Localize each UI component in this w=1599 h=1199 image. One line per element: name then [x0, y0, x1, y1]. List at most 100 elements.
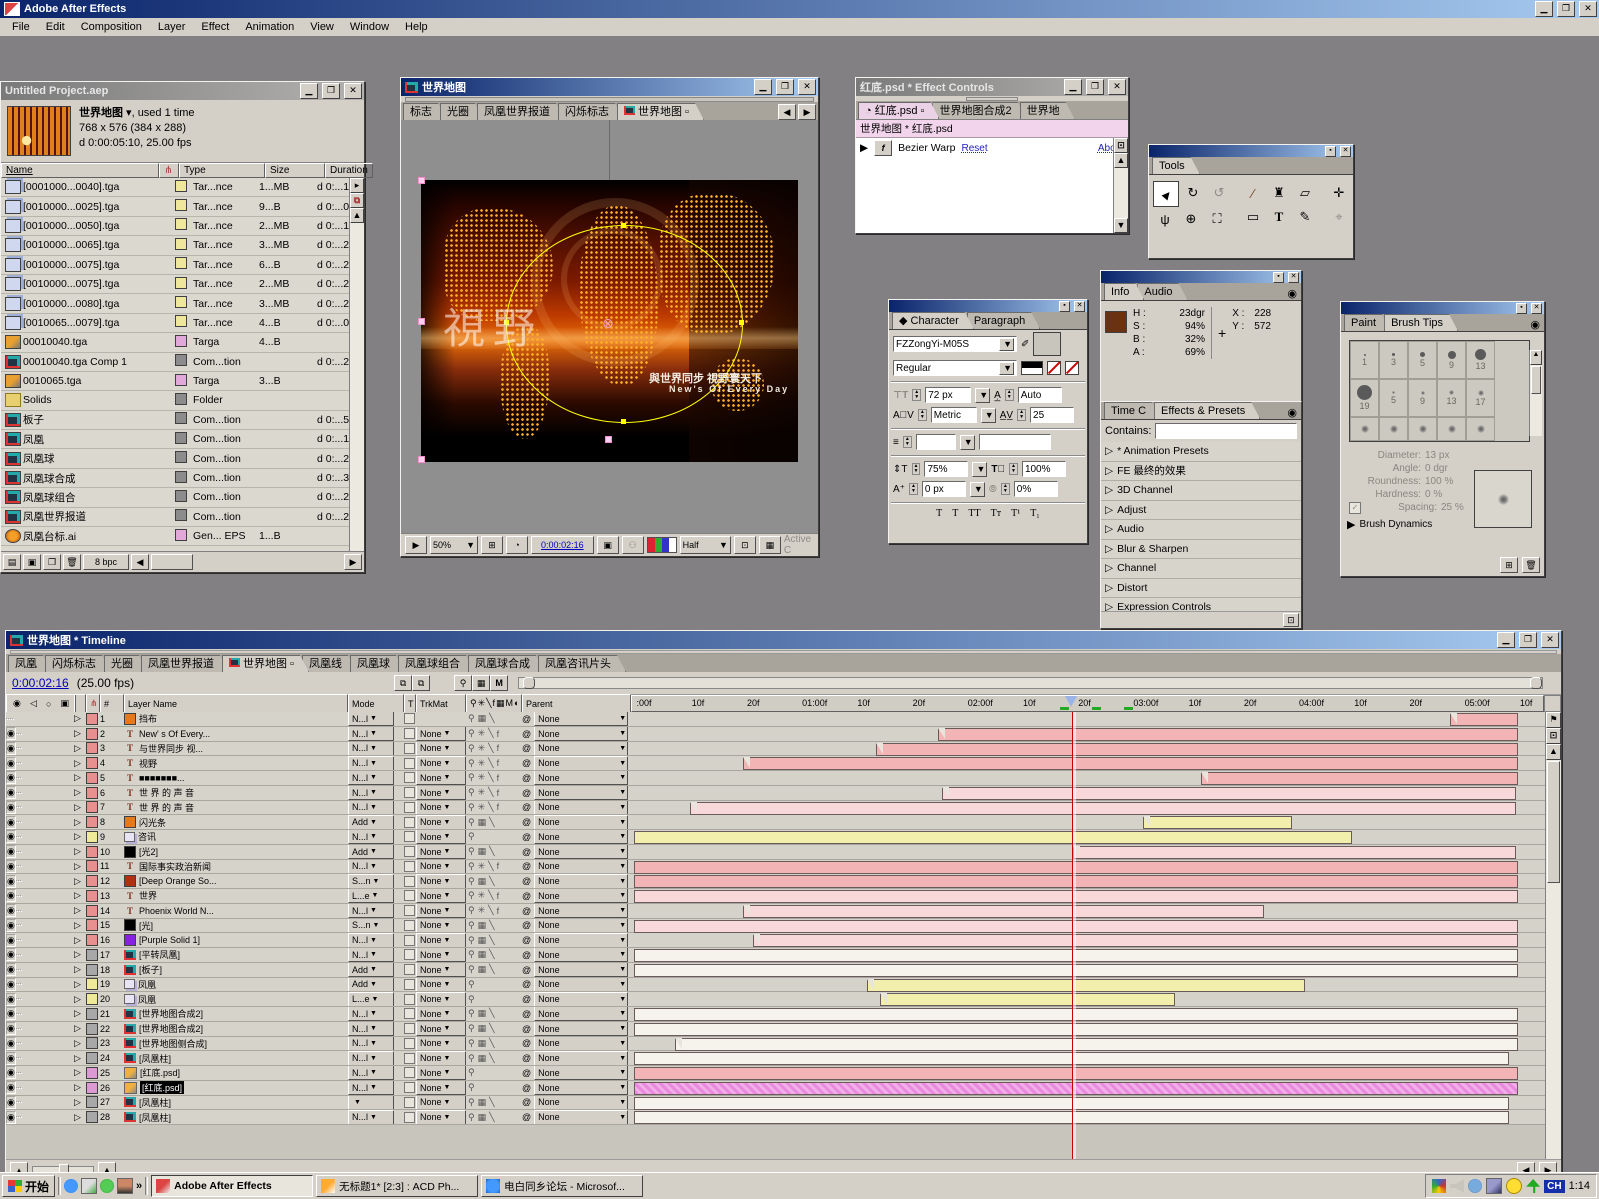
parent-pickwhip-icon[interactable]: @	[522, 1038, 531, 1048]
brush-tip[interactable]: 19	[1350, 379, 1379, 417]
transparency-grid-icon[interactable]: ▦	[759, 536, 781, 554]
layer-trkmat-select[interactable]: None▼	[416, 904, 466, 918]
column-duration[interactable]: Duration	[325, 163, 373, 178]
fx-tab-红底.psd[interactable]: ◔ 红底.psd ▫	[858, 102, 939, 119]
timeline-layer-row[interactable]: ▷1挡布N...l▼⚲▦╲@None▼	[6, 712, 1561, 727]
layer-label-chip[interactable]	[86, 742, 98, 754]
brush-tool-icon[interactable]: ⁄	[1241, 181, 1265, 205]
layer-trkmat-select[interactable]: None▼	[416, 1022, 466, 1036]
switch-icon[interactable]: ✳	[478, 802, 486, 813]
start-button[interactable]: 开始	[2, 1175, 55, 1197]
layer-eye-icon[interactable]: ◉	[6, 830, 16, 843]
layer-mode-select[interactable]: Add▼	[348, 845, 394, 859]
layer-mode-select[interactable]: N...l▼	[348, 1051, 394, 1065]
switch-icon[interactable]: ╲	[489, 964, 494, 975]
layer-label-chip[interactable]	[86, 1052, 98, 1064]
layer-label-chip[interactable]	[86, 757, 98, 769]
layer-mode-select[interactable]: N...l▼	[348, 948, 394, 962]
vertical-scale-field[interactable]: 75%	[924, 461, 968, 477]
font-size-field[interactable]: 72 px	[925, 387, 971, 403]
switch-icon[interactable]: ⚲	[468, 861, 475, 872]
layer-parent-select[interactable]: None▼	[534, 727, 628, 741]
switch-icon[interactable]: ╲	[488, 772, 493, 783]
tab-effects-presets[interactable]: Effects & Presets	[1154, 402, 1260, 419]
layer-trkmat-select[interactable]: None▼	[416, 1066, 466, 1080]
timeline-tab-凤凰球[interactable]: 凤凰球	[350, 655, 405, 672]
brush-tip[interactable]: 9	[1437, 341, 1466, 379]
layer-parent-select[interactable]: None▼	[534, 860, 628, 874]
layer-parent-select[interactable]: None▼	[534, 830, 628, 844]
switch-icon[interactable]: f	[497, 802, 500, 812]
layer-t-checkbox[interactable]	[404, 831, 415, 842]
layer-track[interactable]	[631, 712, 1546, 727]
switch-icon[interactable]: ⚲	[468, 1112, 475, 1123]
project-item-row[interactable]: 凤凰球组合Com...tiond 0:...2:1	[1, 488, 364, 507]
layer-expand-arrow-icon[interactable]: ▷	[74, 743, 81, 754]
menu-edit[interactable]: Edit	[38, 19, 73, 35]
ep-category-row[interactable]: ▷Audio	[1101, 520, 1301, 540]
layer-parent-select[interactable]: None▼	[534, 992, 628, 1006]
fx-close-button[interactable]: ✕	[1108, 79, 1126, 95]
project-maximize-button[interactable]: ❐	[322, 83, 340, 99]
font-family-select[interactable]: FZZongYi-M05S▼	[893, 336, 1017, 352]
active-camera-label[interactable]: Active C	[784, 534, 814, 556]
layer-expand-arrow-icon[interactable]: ▷	[74, 920, 81, 931]
parent-pickwhip-icon[interactable]: @	[522, 802, 531, 812]
layer-t-checkbox[interactable]	[404, 861, 415, 872]
rotation-tool-icon[interactable]: ↻	[1181, 181, 1205, 205]
fx-vertical-scrollbar[interactable]: ⊡ ▲ ▼	[1113, 138, 1128, 233]
layer-parent-select[interactable]: None▼	[534, 948, 628, 962]
fx-tab-世界地图合成2[interactable]: 世界地图合成2	[932, 102, 1026, 119]
layer-label-chip[interactable]	[86, 905, 98, 917]
mask-visibility-icon[interactable]: ◔	[506, 536, 528, 554]
layer-track[interactable]	[631, 874, 1546, 889]
kerning-field[interactable]: Metric	[931, 407, 977, 423]
layer-mode-select[interactable]: N...l▼	[348, 904, 394, 918]
switch-icon[interactable]: ▦	[478, 1008, 487, 1019]
switch-icon[interactable]: ⚲	[468, 758, 475, 769]
layer-label-chip[interactable]	[86, 801, 98, 813]
contains-input[interactable]	[1155, 423, 1297, 439]
style-button-2[interactable]: TT	[968, 508, 980, 519]
timeline-layer-row[interactable]: ◉▷5T■■■■■■■...N...l▼None▼⚲✳╲f@None▼	[6, 771, 1561, 786]
comp-family-flow-icon[interactable]: ⧉	[412, 675, 430, 691]
ep-category-row[interactable]: ▷Blur & Sharpen	[1101, 540, 1301, 560]
project-item-row[interactable]: [0010000...0075].tgaTar...nce2...MBd 0:.…	[1, 275, 364, 294]
project-bpc-button[interactable]: 8 bpc	[83, 554, 129, 570]
timeline-layer-row[interactable]: ◉▷7T世 界 的 声 音N...l▼None▼⚲✳╲f@None▼	[6, 801, 1561, 816]
switch-icon[interactable]: ▦	[478, 1097, 487, 1108]
parent-pickwhip-icon[interactable]: @	[522, 891, 531, 901]
tray-messenger-icon[interactable]	[1506, 1178, 1522, 1194]
show-snapshot-icon[interactable]: ⚇	[622, 536, 644, 554]
layer-expand-arrow-icon[interactable]: ▷	[74, 787, 81, 798]
trkmat-column-header[interactable]: TrkMat	[416, 694, 466, 713]
switch-icon[interactable]: ╲	[488, 861, 493, 872]
layer-label-chip[interactable]	[86, 964, 98, 976]
parent-pickwhip-icon[interactable]: @	[522, 847, 531, 857]
switch-icon[interactable]: ⚲	[468, 1008, 475, 1019]
layer-trkmat-select[interactable]: None▼	[416, 727, 466, 741]
brush-tip[interactable]: 5	[1379, 379, 1408, 417]
effect-reset-link[interactable]: Reset	[961, 143, 987, 154]
layer-duration-bar[interactable]	[634, 890, 1518, 903]
layer-lock-icon[interactable]	[20, 1116, 22, 1118]
layer-eye-icon[interactable]: ◉	[6, 875, 16, 888]
layer-name[interactable]: [光2]	[139, 845, 158, 858]
layer-expand-arrow-icon[interactable]: ▷	[74, 817, 81, 828]
menu-layer[interactable]: Layer	[150, 19, 194, 35]
fill-color-swatch[interactable]	[1033, 332, 1061, 356]
switch-icon[interactable]: ✳	[478, 905, 486, 916]
switch-icon[interactable]: ⚲	[468, 802, 475, 813]
stroke-swatch-icon[interactable]	[1065, 361, 1079, 375]
layer-expand-arrow-icon[interactable]: ▷	[74, 728, 81, 739]
layer-track[interactable]	[631, 1007, 1546, 1022]
project-hscroll-thumb[interactable]	[151, 554, 193, 570]
layer-name[interactable]: [板子]	[139, 963, 162, 976]
layer-track[interactable]	[631, 1110, 1546, 1125]
layer-trkmat-select[interactable]: None▼	[416, 933, 466, 947]
layer-name[interactable]: [平转凤凰]	[139, 948, 180, 961]
mask-handle[interactable]	[621, 419, 626, 424]
layer-lock-icon[interactable]	[20, 998, 22, 1000]
layer-t-checkbox[interactable]	[404, 979, 415, 990]
layer-parent-select[interactable]: None▼	[534, 1066, 628, 1080]
